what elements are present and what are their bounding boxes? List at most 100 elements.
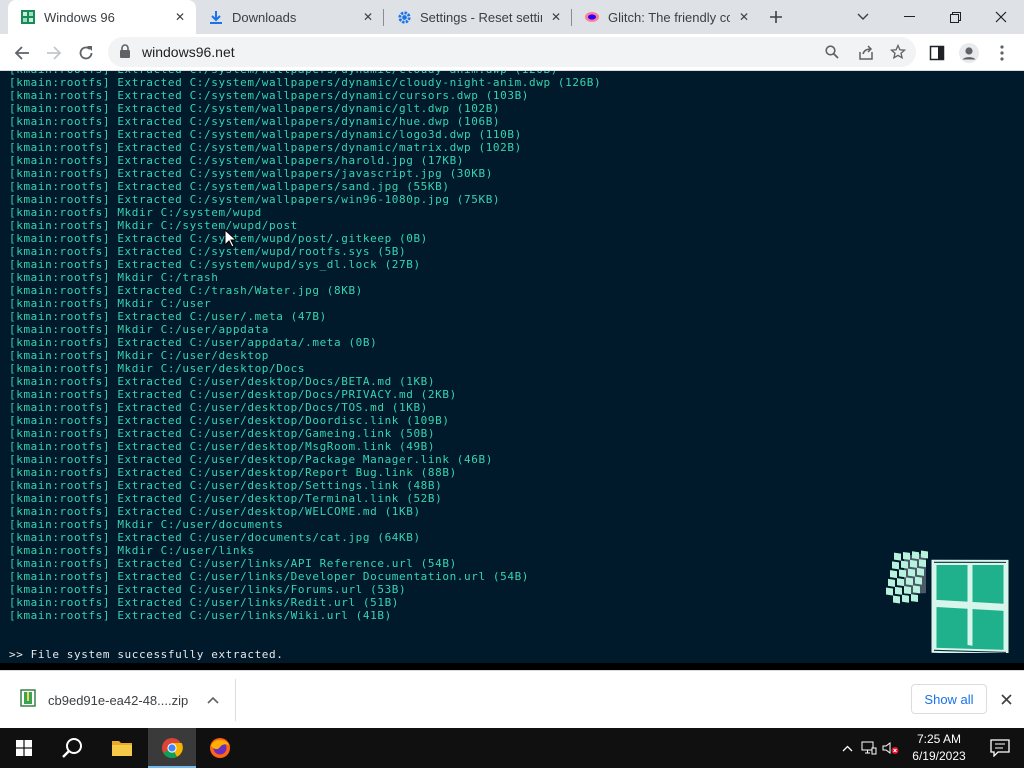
browser-toolbar: windows96.net (0, 34, 1024, 71)
download-filename: cb9ed91e-ea42-48....zip (48, 692, 189, 708)
log-output: [kmain:rootfs] Extracted C:/system/wallp… (9, 71, 601, 622)
boot-terminal: [kmain:rootfs] Extracted C:/system/wallp… (0, 71, 1024, 663)
close-tab-icon[interactable]: ✕ (548, 9, 564, 25)
status-message: >> File system successfully extracted. (9, 648, 284, 661)
system-tray (836, 728, 902, 768)
log-line: [kmain:rootfs] Mkdir C:/user/appdata (9, 323, 270, 336)
log-line: [kmain:rootfs] Extracted C:/system/wallp… (9, 141, 522, 154)
log-line: [kmain:rootfs] Extracted C:/user/links/D… (9, 570, 530, 583)
start-button[interactable] (0, 728, 48, 768)
settings-gear-icon (396, 9, 412, 25)
download-icon (208, 9, 224, 25)
notification-center-icon[interactable] (980, 728, 1020, 768)
log-line: [kmain:rootfs] Extracted C:/user/links/A… (9, 557, 457, 570)
share-icon[interactable] (854, 40, 878, 64)
download-item[interactable]: cb9ed91e-ea42-48....zip (10, 679, 236, 721)
log-line: [kmain:rootfs] Mkdir C:/user/links (9, 544, 255, 557)
log-line: [kmain:rootfs] Extracted C:/user/desktop… (9, 453, 493, 466)
log-line: [kmain:rootfs] Mkdir C:/user/desktop/Doc… (9, 362, 306, 375)
close-tab-icon[interactable]: ✕ (736, 9, 752, 25)
log-line: [kmain:rootfs] Extracted C:/user/desktop… (9, 479, 443, 492)
log-line: [kmain:rootfs] Extracted C:/user/desktop… (9, 440, 436, 453)
tab-downloads[interactable]: Downloads ✕ (196, 0, 384, 34)
log-line: [kmain:rootfs] Extracted C:/system/wallp… (9, 115, 501, 128)
chevron-up-icon[interactable] (207, 691, 219, 709)
url-text[interactable]: windows96.net (142, 44, 235, 60)
show-all-button[interactable]: Show all (911, 684, 987, 714)
log-line: [kmain:rootfs] Extracted C:/system/wallp… (9, 128, 522, 141)
minimize-button[interactable] (886, 0, 932, 34)
log-line: [kmain:rootfs] Extracted C:/system/wupd/… (9, 232, 428, 245)
bookmark-star-icon[interactable] (886, 40, 910, 64)
tab-strip: Windows 96 ✕ Downloads ✕ Settings - Rese… (0, 0, 1024, 34)
restore-button[interactable] (932, 0, 978, 34)
log-line: [kmain:rootfs] Extracted C:/system/wupd/… (9, 245, 407, 258)
lock-icon[interactable] (119, 44, 131, 64)
log-line: [kmain:rootfs] Extracted C:/system/wallp… (9, 167, 493, 180)
reload-button[interactable] (72, 39, 100, 67)
log-line: [kmain:rootfs] Extracted C:/trash/Water.… (9, 284, 363, 297)
log-line: [kmain:rootfs] Extracted C:/system/wallp… (9, 102, 501, 115)
windows96-favicon (20, 9, 36, 25)
log-line: [kmain:rootfs] Mkdir C:/user/desktop (9, 349, 270, 362)
log-line: [kmain:rootfs] Extracted C:/user/desktop… (9, 492, 443, 505)
search-icon[interactable] (48, 728, 96, 768)
mouse-cursor-icon (224, 228, 238, 253)
chrome-icon[interactable] (148, 728, 196, 768)
log-line: [kmain:rootfs] Extracted C:/user/links/W… (9, 609, 392, 622)
new-tab-button[interactable] (764, 5, 788, 29)
file-explorer-icon[interactable] (98, 728, 146, 768)
log-line: [kmain:rootfs] Extracted C:/user/desktop… (9, 401, 428, 414)
log-line: [kmain:rootfs] Extracted C:/user/desktop… (9, 414, 450, 427)
close-window-button[interactable] (978, 0, 1024, 34)
log-line: [kmain:rootfs] Extracted C:/user/desktop… (9, 466, 457, 479)
close-tab-icon[interactable]: ✕ (172, 9, 188, 25)
log-line: [kmain:rootfs] Extracted C:/system/wallp… (9, 76, 602, 89)
log-line: [kmain:rootfs] Extracted C:/system/wupd/… (9, 258, 421, 271)
download-shelf: cb9ed91e-ea42-48....zip Show all (0, 670, 1024, 728)
search-icon[interactable] (820, 40, 844, 64)
log-line: [kmain:rootfs] Extracted C:/user/documen… (9, 531, 421, 544)
windows-taskbar: 7:25 AM 6/19/2023 (0, 728, 1024, 768)
glitch-icon (584, 9, 600, 25)
side-panel-icon[interactable] (923, 39, 951, 67)
clock-date: 6/19/2023 (912, 749, 966, 763)
log-line: [kmain:rootfs] Extracted C:/user/desktop… (9, 375, 436, 388)
tab-title: Downloads (232, 9, 297, 25)
zip-file-icon (20, 688, 36, 712)
firefox-icon[interactable] (196, 728, 244, 768)
log-line: [kmain:rootfs] Mkdir C:/trash (9, 271, 219, 284)
log-line: [kmain:rootfs] Extracted C:/system/wallp… (9, 154, 465, 167)
log-line: [kmain:rootfs] Extracted C:/user/.meta (… (9, 310, 327, 323)
tab-glitch[interactable]: Glitch: The friendly con ✕ (572, 0, 760, 34)
taskbar-clock[interactable]: 7:25 AM 6/19/2023 (906, 731, 972, 765)
address-bar[interactable]: windows96.net (108, 37, 916, 67)
log-line: [kmain:rootfs] Mkdir C:/system/wupd/post (9, 219, 298, 232)
tab-search-button[interactable] (840, 0, 886, 34)
tab-title: Settings - Reset setting (420, 9, 542, 25)
tab-windows96[interactable]: Windows 96 ✕ (8, 0, 196, 34)
log-line: [kmain:rootfs] Extracted C:/user/desktop… (9, 388, 457, 401)
log-line: [kmain:rootfs] Extracted C:/user/appdata… (9, 336, 378, 349)
log-line: [kmain:rootfs] Extracted C:/user/links/F… (9, 583, 407, 596)
log-line: [kmain:rootfs] Extracted C:/user/links/R… (9, 596, 400, 609)
back-button[interactable] (8, 39, 36, 67)
network-icon[interactable] (858, 728, 880, 768)
log-line: [kmain:rootfs] Extracted C:/system/wallp… (9, 180, 450, 193)
tab-title: Glitch: The friendly con (608, 9, 730, 25)
log-line: [kmain:rootfs] Extracted C:/system/wallp… (9, 193, 501, 206)
close-tab-icon[interactable]: ✕ (360, 9, 376, 25)
forward-button[interactable] (40, 39, 68, 67)
tab-settings[interactable]: Settings - Reset setting ✕ (384, 0, 572, 34)
log-line: [kmain:rootfs] Extracted C:/user/desktop… (9, 427, 436, 440)
profile-avatar-icon[interactable] (955, 39, 983, 67)
tab-title: Windows 96 (44, 9, 115, 25)
log-line: [kmain:rootfs] Mkdir C:/user/documents (9, 518, 284, 531)
close-shelf-icon[interactable] (996, 689, 1016, 709)
chevron-up-icon[interactable] (836, 728, 858, 768)
windows96-logo-icon (882, 541, 1014, 658)
log-line: [kmain:rootfs] Mkdir C:/user (9, 297, 212, 310)
log-line: [kmain:rootfs] Extracted C:/user/desktop… (9, 505, 421, 518)
menu-kebab-icon[interactable] (988, 39, 1016, 67)
volume-muted-icon[interactable] (880, 728, 902, 768)
